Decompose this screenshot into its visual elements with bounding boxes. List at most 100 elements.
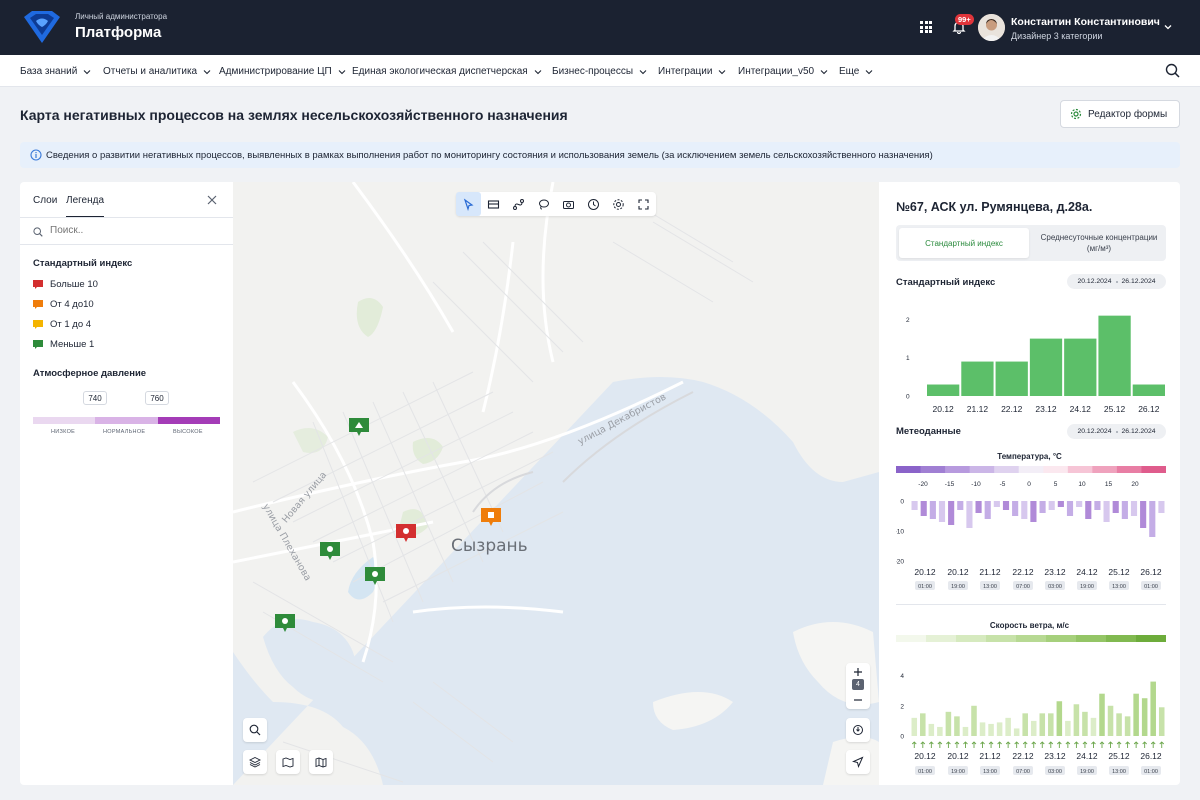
tab-layers[interactable]: Слои [33, 195, 57, 206]
camera-tool[interactable] [556, 192, 581, 216]
map-base-button[interactable] [309, 750, 333, 774]
x-tick-label: 26.12 [1138, 404, 1160, 414]
nav-item-integrations-v50[interactable]: Интеграции_v50 [738, 66, 828, 77]
bar [1132, 384, 1165, 396]
bar [996, 722, 1003, 736]
close-icon[interactable] [207, 195, 217, 205]
nav-item-more[interactable]: Еще [839, 66, 873, 77]
map-search-button[interactable] [243, 718, 267, 742]
notification-badge: 99+ [955, 14, 974, 25]
marker-green[interactable] [318, 542, 342, 560]
flag-icon [33, 300, 43, 309]
x-tick-label: 20.12 [914, 567, 936, 577]
chevron-down-icon[interactable] [1163, 22, 1173, 32]
y-tick-label: 0 [900, 734, 904, 741]
scale-segment [1067, 466, 1093, 473]
zoom-out-icon[interactable] [853, 695, 863, 705]
form-editor-button[interactable]: Редактор формы [1060, 100, 1180, 128]
bar [1141, 698, 1148, 736]
date-range[interactable]: 20.12.2024 26.12.2024 [1067, 424, 1166, 439]
settings-tool[interactable] [606, 192, 631, 216]
wind-arrow [1082, 741, 1088, 748]
info-icon [30, 149, 42, 161]
zoom-in-icon[interactable] [853, 667, 863, 677]
select-tool[interactable] [456, 192, 481, 216]
nav-item-eco[interactable]: Единая экологическая диспетчерская [352, 66, 542, 77]
bar [971, 705, 977, 736]
bar [954, 716, 960, 736]
locate-button[interactable] [846, 750, 870, 774]
x-tick-label: 23.12 [1035, 404, 1057, 414]
info-banner: Сведения о развитии негативных процессов… [20, 142, 1180, 168]
bar [1099, 693, 1105, 736]
segment-concentrations[interactable]: Среднесуточные концентрации (мг/м³) [1036, 228, 1162, 258]
zoom-level: 4 [852, 679, 864, 690]
scale-segment [1076, 635, 1107, 642]
date-from: 20.12.2024 [1077, 278, 1112, 285]
tab-legend[interactable]: Легенда [66, 195, 105, 218]
bar [1112, 501, 1119, 513]
route-tool[interactable] [506, 192, 531, 216]
user-name: Константин Константинович [1011, 16, 1160, 28]
card-tool[interactable] [481, 192, 506, 216]
history-tool[interactable] [581, 192, 606, 216]
apps-grid-icon[interactable] [920, 21, 932, 33]
wind-arrow [946, 741, 951, 748]
nav-item-reports[interactable]: Отчеты и аналитика [103, 66, 211, 77]
date-to: 26.12.2024 [1121, 278, 1156, 285]
legend-search [20, 218, 233, 245]
nav-item-knowledge[interactable]: База знаний [20, 66, 91, 77]
marker-green[interactable] [347, 418, 371, 436]
avatar[interactable] [978, 14, 1005, 41]
wind-arrow [1065, 741, 1071, 748]
camera-icon [563, 200, 574, 209]
temperature-scale: -20 -15 -10 -5 0 5 10 15 20 [896, 466, 1166, 488]
fullscreen-tool[interactable] [631, 192, 656, 216]
marker-red[interactable] [394, 524, 418, 542]
layers-button[interactable] [243, 750, 267, 774]
meteo-heading: Метеоданные [896, 426, 961, 437]
x-tick-label: 20.12 [947, 751, 969, 761]
wind-arrow [971, 741, 977, 748]
segment-standard-index[interactable]: Стандартный индекс [899, 228, 1029, 258]
compass-button[interactable] [846, 718, 870, 742]
gear-icon [613, 198, 624, 210]
pressure-label: НИЗКОЕ [51, 429, 76, 435]
chevron-down-icon [534, 69, 542, 74]
wind-arrow [1057, 741, 1062, 748]
search-icon[interactable] [1165, 63, 1180, 78]
scale-label: 10 [1078, 481, 1086, 488]
y-tick-label: 0 [900, 499, 904, 506]
date-range[interactable]: 20.12.2024 26.12.2024 [1067, 274, 1166, 289]
bar [1029, 338, 1063, 396]
bar [1021, 501, 1028, 519]
legend-search-input[interactable] [50, 225, 220, 236]
bar [945, 711, 952, 736]
nav-item-business[interactable]: Бизнес-процессы [552, 66, 647, 77]
x-tick-label: 23.12 [1044, 567, 1066, 577]
marker-green[interactable] [363, 567, 387, 585]
marker-orange[interactable] [479, 508, 503, 526]
bar [966, 501, 973, 528]
nav-item-admin[interactable]: Администрирование ЦП [219, 66, 346, 77]
map-view[interactable]: Сызрань улица Декабристов Новая улица ул… [233, 182, 879, 785]
marker-green[interactable] [273, 614, 297, 632]
x-tick-label: 25.12 [1108, 751, 1130, 761]
map-type-button[interactable] [276, 750, 300, 774]
bar [1039, 713, 1046, 736]
bar [920, 713, 926, 736]
lasso-tool[interactable] [531, 192, 556, 216]
brand-title: Платформа [75, 24, 162, 41]
scale-label: 0 [1027, 481, 1031, 488]
bar [920, 501, 927, 516]
scale-segment [994, 466, 1020, 473]
time-label: 13:00 [1112, 769, 1126, 775]
nav-item-integrations[interactable]: Интеграции [658, 66, 726, 77]
time-label: 07:00 [1016, 769, 1030, 775]
bar [1158, 707, 1165, 736]
bar [957, 501, 964, 510]
bar [1002, 501, 1010, 510]
bar [1098, 315, 1131, 396]
x-tick-label: 22.12 [1001, 404, 1023, 414]
wind-chart: 0 2 4 20.12 01:00 20.12 19:00 21.12 13:00 22.12 07… [900, 673, 1165, 775]
